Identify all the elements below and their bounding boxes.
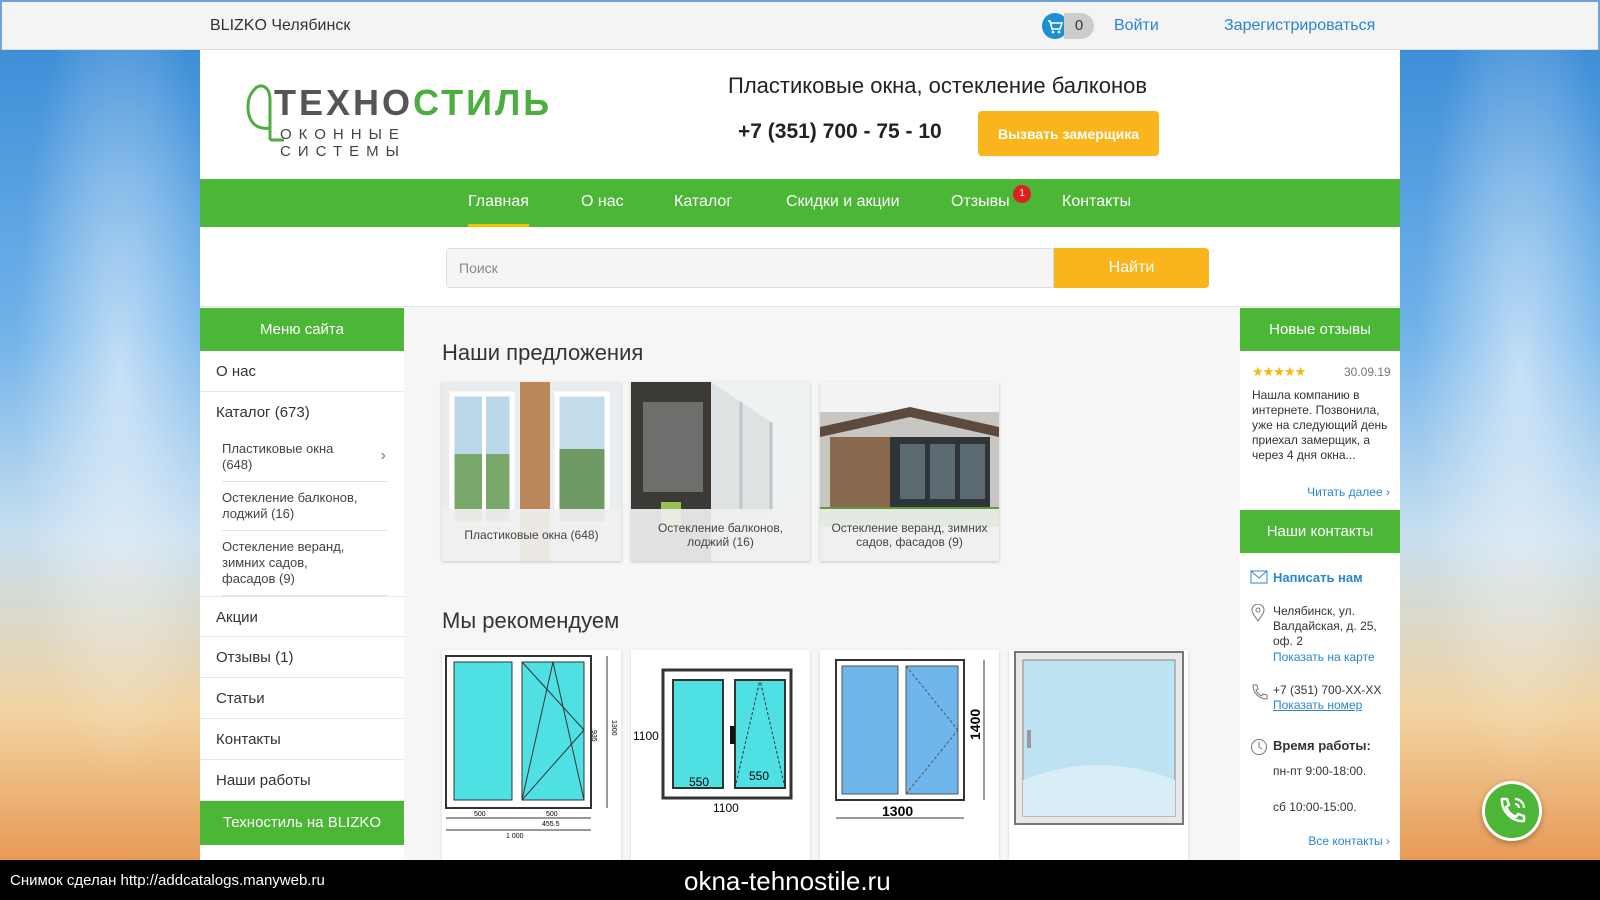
main-content: Наши предложения Пластиковые окна (648)	[404, 308, 1220, 860]
recommend-item-1[interactable]: 935 1300 500 500 455.5 1 000	[442, 650, 621, 860]
clock-icon	[1250, 738, 1268, 756]
background-left	[0, 50, 200, 860]
offer-caption: Остекление балконов, лоджий (16)	[631, 509, 810, 561]
location-pin-icon	[1250, 603, 1268, 622]
show-number-link[interactable]: Показать номер	[1273, 698, 1362, 712]
menu-item-articles[interactable]: Статьи	[200, 678, 404, 719]
phone-icon	[1250, 683, 1268, 701]
svg-text:455.5: 455.5	[542, 821, 560, 828]
review-rating: ★★★★★	[1252, 364, 1306, 379]
reviews-badge: 1	[1013, 185, 1031, 203]
menu-sub-balconies[interactable]: Остекление балконов, лоджий (16)	[222, 482, 388, 531]
site-menu-title: Меню сайта	[200, 308, 404, 351]
window-drawing-1: 935 1300 500 500 455.5 1 000	[445, 655, 617, 840]
menu-item-about[interactable]: О нас	[200, 351, 404, 392]
svg-text:1100: 1100	[633, 729, 659, 743]
call-measurer-button[interactable]: Вызвать замерщика	[978, 111, 1159, 156]
menu-item-contacts[interactable]: Контакты	[200, 719, 404, 760]
logo-subtitle: ОКОННЫЕ СИСТЕМЫ	[280, 126, 406, 160]
recommend-title: Мы рекомендуем	[442, 608, 620, 633]
recommend-item-2[interactable]: 1100 550 550 1100	[631, 650, 810, 860]
menu-item-reviews[interactable]: Отзывы (1)	[200, 637, 404, 678]
svg-text:1100: 1100	[713, 801, 739, 815]
write-us-link[interactable]: Написать нам	[1273, 570, 1363, 585]
site-logo[interactable]: ТЕХНОСТИЛЬ ОКОННЫЕ СИСТЕМЫ	[244, 70, 549, 160]
mail-icon	[1250, 570, 1268, 588]
top-bar: BLIZKO Челябинск 0 Войти Зарегистрироват…	[2, 2, 1598, 50]
svg-text:1300: 1300	[610, 720, 617, 736]
callback-button[interactable]	[1482, 781, 1542, 841]
nav-item-catalog[interactable]: Каталог	[674, 179, 732, 227]
all-contacts-link[interactable]: Все контакты ›	[1308, 834, 1390, 848]
contact-address: Челябинск, ул. Валдайская, д. 25, оф. 2	[1273, 604, 1377, 648]
offer-caption: Остекление веранд, зимних садов, фасадов…	[820, 509, 999, 561]
svg-text:1400: 1400	[967, 709, 983, 740]
cart-button[interactable]: 0	[1042, 13, 1096, 39]
nav-item-about[interactable]: О нас	[581, 179, 624, 227]
recommend-item-3[interactable]: 1400 1300	[820, 650, 999, 860]
phone-call-icon	[1500, 797, 1526, 823]
hours-saturday: сб 10:00-15:00.	[1273, 800, 1357, 814]
offer-card-balconies[interactable]: Остекление балконов, лоджий (16)	[631, 382, 810, 561]
screenshot-footer: Снимок сделан http://addcatalogs.manyweb…	[0, 860, 1600, 900]
site-tagline: Пластиковые окна, остекление балконов	[728, 73, 1148, 98]
header: ТЕХНОСТИЛЬ ОКОННЫЕ СИСТЕМЫ Пластиковые о…	[200, 50, 1400, 179]
hours-weekdays: пн-пт 9:00-18:00.	[1273, 764, 1367, 778]
page-container: ТЕХНОСТИЛЬ ОКОННЫЕ СИСТЕМЫ Пластиковые о…	[200, 50, 1400, 860]
blizko-link[interactable]: Техностиль на BLIZKO	[200, 801, 404, 845]
search-bar: Найти	[200, 227, 1400, 307]
svg-text:500: 500	[546, 811, 558, 818]
chevron-right-icon: ›	[380, 447, 386, 464]
read-more-link[interactable]: Читать далее ›	[1307, 485, 1390, 499]
offer-card-verandas[interactable]: Остекление веранд, зимних садов, фасадов…	[820, 382, 999, 561]
background-right	[1400, 50, 1600, 860]
register-link[interactable]: Зарегистрироваться	[1224, 17, 1375, 35]
window-render-4	[1014, 651, 1184, 825]
main-nav: Главная О нас Каталог Скидки и акции Отз…	[200, 179, 1400, 227]
offer-caption: Пластиковые окна (648)	[442, 509, 621, 561]
menu-sub-verandas[interactable]: Остекление веранд, зимних садов, фасадов…	[222, 531, 388, 596]
offers-title: Наши предложения	[442, 340, 644, 365]
working-hours-title: Время работы:	[1273, 738, 1371, 753]
review-text: Нашла компанию в интернете. Позвонила, у…	[1252, 388, 1388, 462]
show-on-map-link[interactable]: Показать на карте	[1273, 650, 1375, 664]
site-domain: okna-tehnostile.ru	[684, 866, 891, 896]
logo-text: ТЕХНОСТИЛЬ	[274, 82, 553, 123]
contact-phone: +7 (351) 700-XX-XX	[1273, 683, 1382, 697]
login-link[interactable]: Войти	[1114, 17, 1159, 35]
new-reviews-title: Новые отзывы	[1240, 308, 1400, 351]
window-drawing-2: 1100 550 550 1100	[633, 668, 793, 815]
svg-text:1300: 1300	[882, 803, 913, 819]
header-phone[interactable]: +7 (351) 700 - 75 - 10	[738, 120, 942, 144]
svg-text:500: 500	[474, 811, 486, 818]
search-input[interactable]	[446, 248, 1054, 288]
offer-card-plastic[interactable]: Пластиковые окна (648)	[442, 382, 621, 561]
svg-text:935: 935	[590, 730, 597, 742]
nav-item-home[interactable]: Главная	[468, 179, 529, 227]
window-drawing-3: 1400 1300	[835, 659, 985, 819]
screenshot-credit: Снимок сделан http://addcatalogs.manyweb…	[10, 872, 325, 889]
recommend-item-4[interactable]	[1009, 650, 1188, 860]
menu-item-promo[interactable]: Акции	[200, 596, 404, 637]
svg-text:550: 550	[689, 775, 709, 789]
cart-count: 0	[1064, 13, 1094, 39]
right-sidebar: Новые отзывы ★★★★★ 30.09.19 Нашла компан…	[1240, 308, 1400, 860]
menu-sub-plastic-windows[interactable]: Пластиковые окна (648) ›	[222, 433, 388, 482]
svg-text:1 000: 1 000	[506, 833, 524, 840]
menu-item-works[interactable]: Наши работы	[200, 760, 404, 801]
menu-item-catalog[interactable]: Каталог (673)	[200, 392, 404, 433]
svg-text:550: 550	[749, 769, 769, 783]
our-contacts-title: Наши контакты	[1240, 510, 1400, 553]
left-sidebar: Меню сайта О нас Каталог (673) Пластиков…	[200, 308, 404, 860]
review-date: 30.09.19	[1344, 365, 1391, 379]
search-button[interactable]: Найти	[1054, 248, 1209, 288]
nav-item-contacts[interactable]: Контакты	[1062, 179, 1131, 227]
nav-item-reviews[interactable]: Отзывы	[951, 179, 1010, 227]
city-label: BLIZKO Челябинск	[210, 17, 351, 34]
menu-sub-label: Пластиковые окна (648)	[222, 441, 334, 472]
nav-item-sales[interactable]: Скидки и акции	[786, 179, 900, 227]
